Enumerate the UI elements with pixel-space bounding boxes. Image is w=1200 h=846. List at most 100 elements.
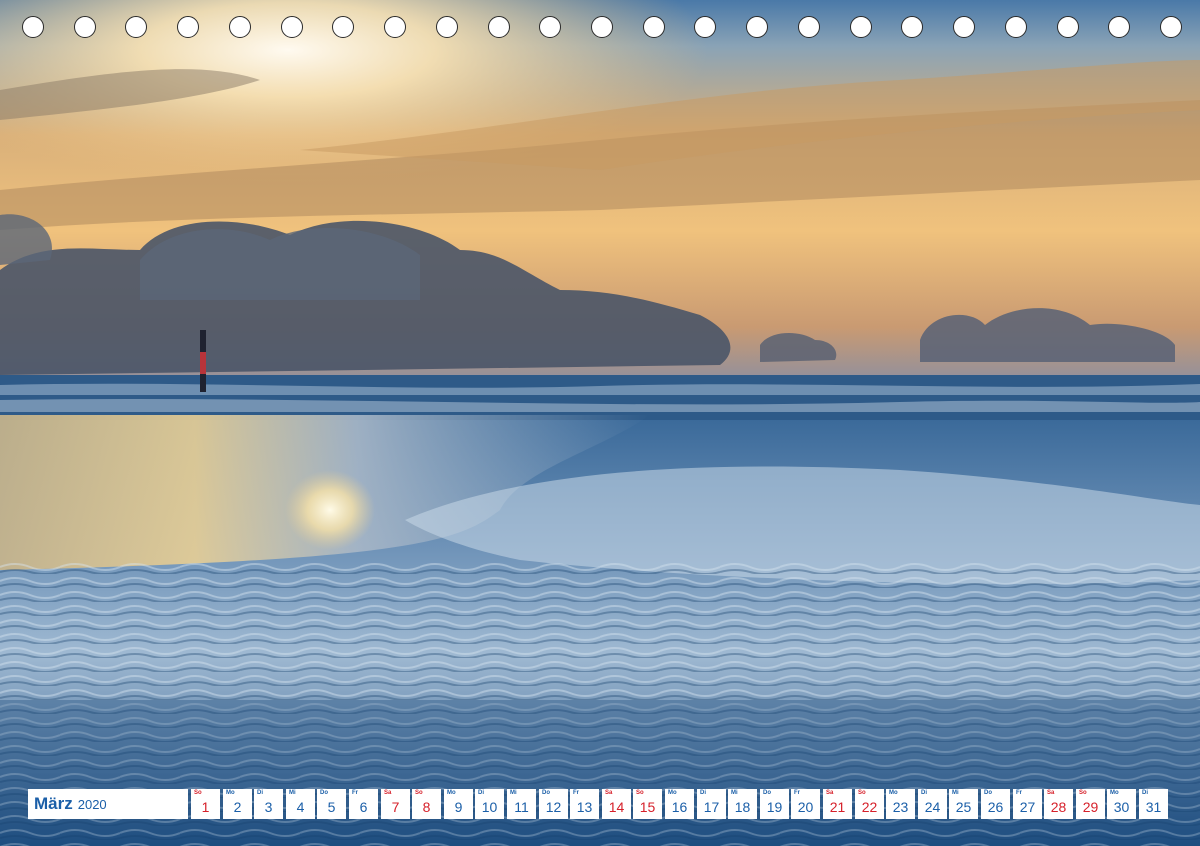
calendar-day-cell: Sa 14 <box>602 789 631 819</box>
day-number: 31 <box>1145 799 1162 815</box>
weekday-label: So <box>858 790 866 796</box>
calendar-day-cell: So 22 <box>855 789 884 819</box>
weekday-label: Do <box>763 790 771 796</box>
binding-hole <box>177 16 199 38</box>
weekday-label: Mi <box>731 790 738 796</box>
weekday-label: Di <box>700 790 706 796</box>
calendar-day-cell: So 8 <box>412 789 441 819</box>
binding-hole <box>488 16 510 38</box>
weekday-label: Mi <box>952 790 959 796</box>
day-number: 13 <box>576 799 593 815</box>
weekday-label: Sa <box>826 790 834 796</box>
binding-hole <box>539 16 561 38</box>
binding-hole <box>694 16 716 38</box>
binding-hole <box>436 16 458 38</box>
day-number: 24 <box>924 799 941 815</box>
day-number: 25 <box>955 799 972 815</box>
weekday-label: Do <box>320 790 328 796</box>
weekday-label: Di <box>478 790 484 796</box>
weekday-label: Sa <box>605 790 613 796</box>
weekday-label: Di <box>1142 790 1148 796</box>
binding-hole <box>746 16 768 38</box>
binding-hole <box>229 16 251 38</box>
weekday-label: Do <box>542 790 550 796</box>
calendar-day-cell: Sa 21 <box>823 789 852 819</box>
binding-hole <box>1108 16 1130 38</box>
weekday-label: Di <box>921 790 927 796</box>
weekday-label: Do <box>984 790 992 796</box>
weekday-label: Fr <box>352 790 358 796</box>
weekday-label: So <box>636 790 644 796</box>
weekday-label: So <box>1079 790 1087 796</box>
binding-hole <box>332 16 354 38</box>
calendar-day-cell: Mo 16 <box>665 789 694 819</box>
calendar-day-cell: Di 17 <box>697 789 726 819</box>
calendar-day-cell: Fr 13 <box>570 789 599 819</box>
binding-hole <box>798 16 820 38</box>
day-number: 22 <box>861 799 878 815</box>
weekday-label: Sa <box>1047 790 1055 796</box>
calendar-day-cell: Mi 18 <box>728 789 757 819</box>
weekday-label: Mo <box>668 790 677 796</box>
day-number: 4 <box>296 799 305 815</box>
calendar-day-cell: Mo 23 <box>886 789 915 819</box>
day-number: 5 <box>327 799 336 815</box>
day-number: 16 <box>671 799 688 815</box>
day-number: 8 <box>422 799 431 815</box>
calendar-day-cell: So 15 <box>633 789 662 819</box>
weekday-label: Mo <box>447 790 456 796</box>
month-label-box: März 2020 <box>28 789 188 819</box>
calendar-day-cell: Di 24 <box>918 789 947 819</box>
binding-hole <box>22 16 44 38</box>
weekday-label: Sa <box>384 790 392 796</box>
calendar-day-cell: Do 5 <box>317 789 346 819</box>
day-number: 26 <box>987 799 1004 815</box>
calendar-day-cell: Fr 27 <box>1013 789 1042 819</box>
month-year: 2020 <box>77 796 107 812</box>
day-number: 7 <box>391 799 400 815</box>
binding-hole <box>74 16 96 38</box>
binding-hole <box>643 16 665 38</box>
calendar-day-cell: Di 10 <box>475 789 504 819</box>
binding-hole <box>1005 16 1027 38</box>
calendar-day-cell: Do 12 <box>539 789 568 819</box>
weekday-label: Mo <box>1110 790 1119 796</box>
binding-hole <box>1057 16 1079 38</box>
weekday-label: Di <box>257 790 263 796</box>
calendar-day-cell: Fr 6 <box>349 789 378 819</box>
day-number: 21 <box>829 799 846 815</box>
day-number: 30 <box>1113 799 1130 815</box>
weekday-label: So <box>415 790 423 796</box>
day-number: 15 <box>639 799 656 815</box>
day-number: 18 <box>734 799 751 815</box>
calendar-day-cell: Mi 11 <box>507 789 536 819</box>
calendar-day-cell: So 1 <box>191 789 220 819</box>
day-number: 19 <box>766 799 783 815</box>
binding-hole <box>953 16 975 38</box>
calendar-day-cell: Do 26 <box>981 789 1010 819</box>
weekday-label: So <box>194 790 202 796</box>
calendar-day-cell: Mo 30 <box>1107 789 1136 819</box>
binding-hole <box>125 16 147 38</box>
weekday-label: Mo <box>226 790 235 796</box>
day-number: 3 <box>264 799 273 815</box>
day-number: 27 <box>1019 799 1036 815</box>
day-number: 23 <box>892 799 909 815</box>
day-number: 9 <box>454 799 463 815</box>
month-calendar-strip: März 2020 So 1 Mo 2 Di 3 Mi 4 Do 5 Fr 6 Sa 7 So 8 Mo 9 Di 1… <box>28 789 1173 819</box>
weekday-label: Mi <box>289 790 296 796</box>
weekday-label: Fr <box>1016 790 1022 796</box>
day-number: 17 <box>703 799 720 815</box>
weekday-label: Fr <box>794 790 800 796</box>
day-number: 2 <box>233 799 242 815</box>
ring-binding <box>22 16 1182 40</box>
day-number: 1 <box>201 799 210 815</box>
weekday-label: Mo <box>889 790 898 796</box>
calendar-day-cell: Sa 28 <box>1044 789 1073 819</box>
beach-sunset-photo <box>0 0 1200 846</box>
binding-hole <box>591 16 613 38</box>
binding-hole <box>850 16 872 38</box>
binding-hole <box>1160 16 1182 38</box>
day-number: 29 <box>1082 799 1099 815</box>
calendar-day-cell: Do 19 <box>760 789 789 819</box>
